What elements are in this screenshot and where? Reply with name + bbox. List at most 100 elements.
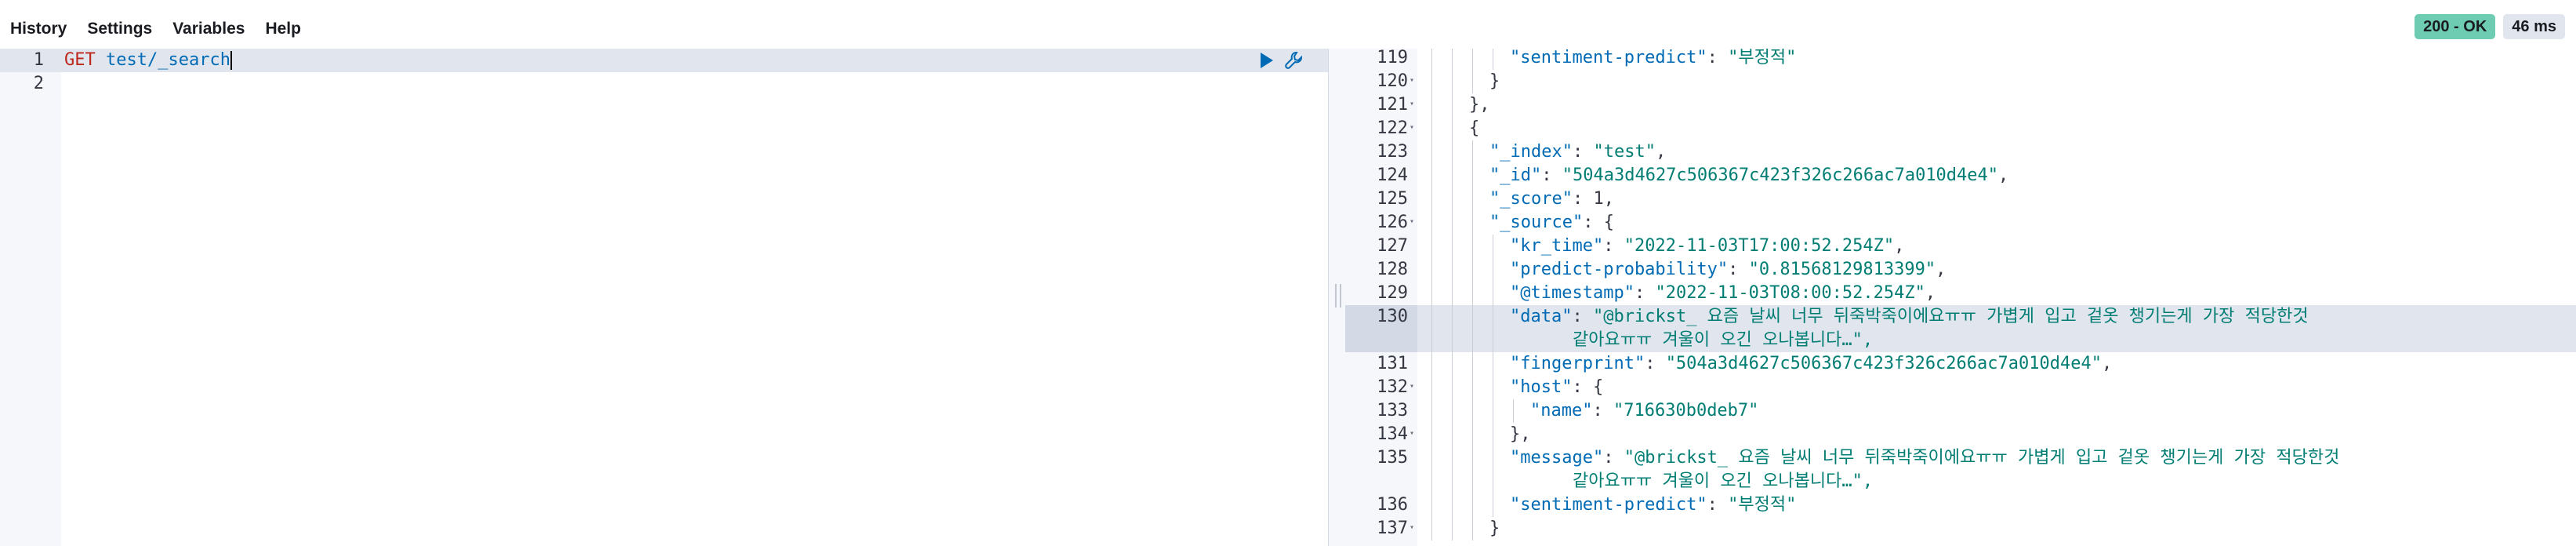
fold-toggle-icon[interactable]: ▾ <box>1410 77 1414 85</box>
line-number: 135 <box>1377 448 1408 468</box>
indent-guide <box>1452 258 1453 282</box>
json-punct: : { <box>1583 213 1614 232</box>
fold-toggle-icon[interactable]: ▾ <box>1410 430 1414 438</box>
response-code: "sentiment-predict": "부정적" <box>1510 493 1796 517</box>
indent-guide <box>1472 423 1473 446</box>
indent-guide <box>1431 117 1432 140</box>
menu-variables[interactable]: Variables <box>162 0 255 49</box>
line-number: 119 <box>1377 49 1408 67</box>
line-number: 124 <box>1377 166 1408 185</box>
line-number: 120 <box>1377 71 1408 91</box>
response-line: 133 "name": "716630b0deb7" <box>1345 399 2576 423</box>
response-viewer[interactable]: 119 "sentiment-predict": "부정적" 120 ▾} 121 ▾},… <box>1345 49 2576 546</box>
json-punct: , <box>1655 142 1667 162</box>
menu-help[interactable]: Help <box>255 0 311 49</box>
line-number: 125 <box>1377 189 1408 209</box>
indent-guide <box>1472 376 1473 399</box>
text-cursor <box>230 51 232 70</box>
json-punct: : <box>1707 49 1729 67</box>
menu-history[interactable]: History <box>0 0 77 49</box>
indent-guide <box>1452 235 1453 258</box>
response-line: 132 ▾ "host": { <box>1345 376 2576 399</box>
json-punct: : 1, <box>1572 189 1614 209</box>
json-key: "message" <box>1510 448 1604 468</box>
json-string: "2022-11-03T17:00:52.254Z" <box>1624 236 1895 256</box>
response-line: 122 ▾ { <box>1345 117 2576 140</box>
json-punct: : <box>1592 401 1613 420</box>
json-string: "2022-11-03T08:00:52.254Z" <box>1655 283 1925 303</box>
line-number: 126 <box>1377 213 1408 232</box>
json-punct: : <box>1707 495 1729 515</box>
response-code: "message": "@brickst_ 요즘 날씨 너무 뒤죽박죽이에요ㅠㅠ… <box>1510 446 2339 470</box>
response-line: 119 "sentiment-predict": "부정적" <box>1345 49 2576 70</box>
indent-guide <box>1472 187 1473 211</box>
indent-guide <box>1472 517 1473 541</box>
indent-guide <box>1431 235 1432 258</box>
indent-guide <box>1472 493 1473 517</box>
indent-guide <box>1431 446 1432 470</box>
json-string: "504a3d4627c506367c423f326c266ac7a010d4e… <box>1562 166 1999 185</box>
fold-toggle-icon[interactable]: ▾ <box>1410 524 1414 532</box>
response-code: "name": "716630b0deb7" <box>1530 399 1758 423</box>
line-number: 127 <box>1377 236 1408 256</box>
indent-guide <box>1452 164 1453 187</box>
line-number: 131 <box>1377 354 1408 373</box>
indent-guide <box>1452 49 1453 70</box>
indent-guide <box>1452 470 1453 493</box>
response-code: "data": "@brickst_ 요즘 날씨 너무 뒤죽박죽이에요ㅠㅠ 가볍… <box>1510 305 2309 329</box>
json-punct: , <box>1925 283 1936 303</box>
indent-guide <box>1452 446 1453 470</box>
indent-guide <box>1431 470 1432 493</box>
gutter-cell <box>1345 329 1417 352</box>
json-string: "@brickst_ 요즘 날씨 너무 뒤죽박죽이에요ㅠㅠ 가볍게 입고 겉옷 … <box>1592 307 2309 326</box>
json-punct: , <box>1894 236 1905 256</box>
json-punct: : <box>1634 283 1656 303</box>
response-line: 134 ▾}, <box>1345 423 2576 446</box>
response-line-wrap: 같아요ㅠㅠ 겨울이 오긴 오나봅니다…", <box>1345 470 2576 493</box>
indent-guide <box>1472 70 1473 93</box>
indent-guide <box>1431 352 1432 376</box>
request-code[interactable]: GET test/_search <box>64 49 232 72</box>
fold-toggle-icon[interactable]: ▾ <box>1410 218 1414 226</box>
indent-guide <box>1452 140 1453 164</box>
indent-guide <box>1431 399 1432 423</box>
console-toolbar: History Settings Variables Help 200 - OK… <box>0 0 2576 49</box>
response-code: } <box>1489 517 1500 541</box>
json-punct: { <box>1469 118 1480 138</box>
response-code: "_score": 1, <box>1489 187 1614 211</box>
json-key: "_source" <box>1489 213 1584 232</box>
fold-toggle-icon[interactable]: ▾ <box>1410 100 1414 108</box>
indent-guide <box>1513 399 1514 423</box>
response-line: 135 "message": "@brickst_ 요즘 날씨 너무 뒤죽박죽이에… <box>1345 446 2576 470</box>
fold-toggle-icon[interactable]: ▾ <box>1410 124 1414 132</box>
play-icon[interactable] <box>1259 52 1275 74</box>
json-punct: }, <box>1510 424 1531 444</box>
indent-guide <box>1431 517 1432 541</box>
request-line[interactable]: 2 <box>0 72 1328 96</box>
json-punct: : <box>1728 260 1749 279</box>
indent-guide <box>1431 164 1432 187</box>
json-key: "sentiment-predict" <box>1510 49 1707 67</box>
indent-guide <box>1431 329 1432 352</box>
indent-guide <box>1472 235 1473 258</box>
indent-guide <box>1431 493 1432 517</box>
line-number: 123 <box>1377 142 1408 162</box>
request-line[interactable]: 1 GET test/_search <box>0 49 1328 72</box>
indent-guide <box>1452 376 1453 399</box>
response-line: 131 "fingerprint": "504a3d4627c506367c423… <box>1345 352 2576 376</box>
request-editor[interactable]: 1 GET test/_search 2 <box>0 49 1328 546</box>
response-line: 123 "_index": "test", <box>1345 140 2576 164</box>
json-string: "부정적" <box>1728 49 1797 67</box>
json-punct: , <box>1998 166 2009 185</box>
line-number: 133 <box>1377 401 1408 420</box>
response-line: 137 ▾} <box>1345 517 2576 541</box>
response-code: "fingerprint": "504a3d4627c506367c423f32… <box>1510 352 2112 376</box>
fold-toggle-icon[interactable]: ▾ <box>1410 383 1414 391</box>
indent-guide <box>1431 423 1432 446</box>
menu-settings[interactable]: Settings <box>77 0 162 49</box>
indent-guide <box>1431 305 1432 329</box>
json-string: "test" <box>1593 142 1656 162</box>
line-number: 1 <box>33 50 44 70</box>
pane-resizer[interactable] <box>1328 49 1347 546</box>
response-code: "_id": "504a3d4627c506367c423f326c266ac7… <box>1489 164 2008 187</box>
